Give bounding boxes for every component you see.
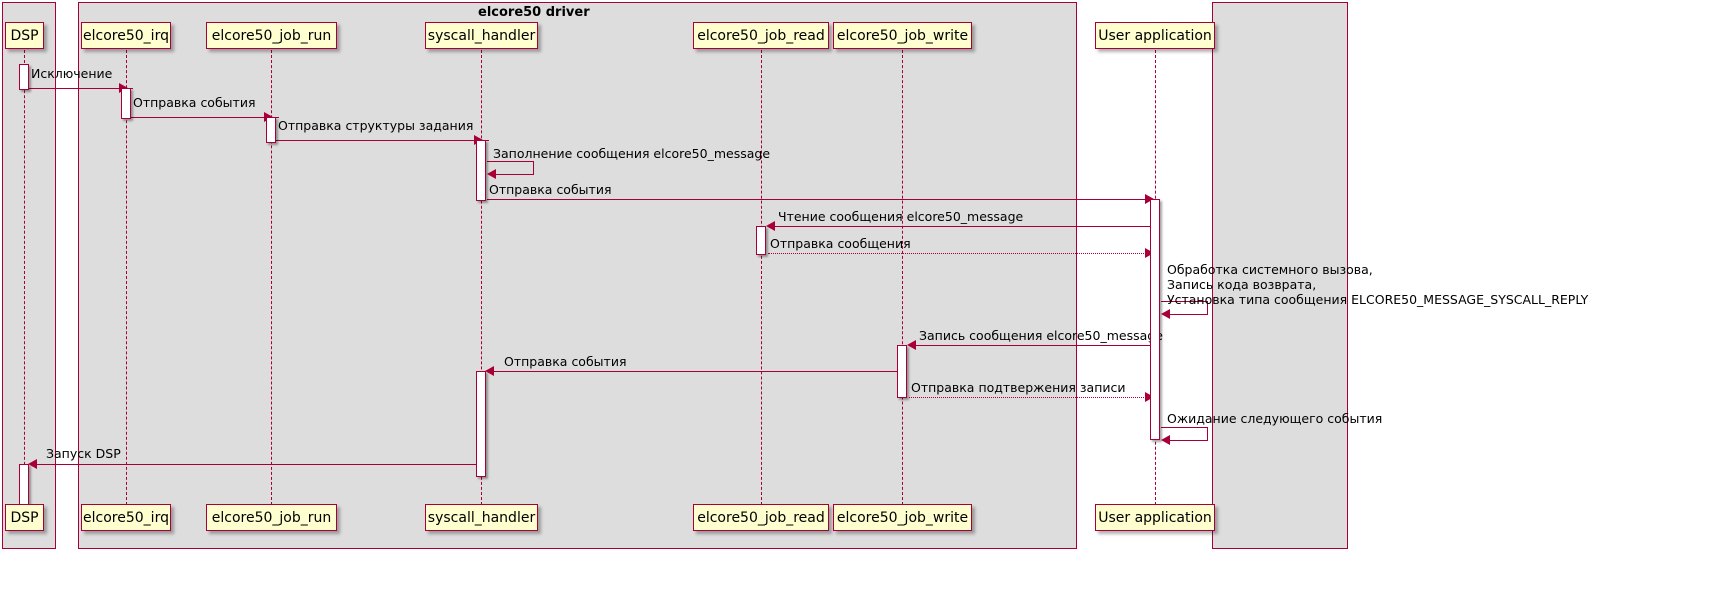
participant-syscall-handler-top[interactable]: syscall_handler [425,22,538,49]
message-line-fill-message-bottom [495,174,534,175]
participant-elcore50-irq-bottom-label: elcore50_irq [83,509,169,526]
activation-elcore50-job-write [897,345,907,398]
activation-syscall-handler-1 [476,140,486,201]
activation-dsp-2 [19,464,29,505]
activation-dsp-1 [19,64,29,90]
arrowhead-syscall-processing [1161,309,1170,319]
message-label-start-dsp: Запуск DSP [46,446,121,461]
participant-user-application-top-label: User application [1098,27,1212,44]
arrowhead-start-dsp [28,459,37,469]
participant-elcore50-job-write-top[interactable]: elcore50_job_write [833,22,972,49]
participant-elcore50-job-run-bottom[interactable]: elcore50_job_run [206,504,337,531]
activation-elcore50-job-read [756,226,766,255]
arrowhead-read-message [766,221,775,231]
message-line-wait-next-event-top [1161,427,1208,428]
activation-syscall-handler-2 [476,371,486,477]
activation-elcore50-irq [121,88,131,119]
message-label-write-message: Запись сообщения elcore50_message [919,328,1163,343]
message-label-wait-next-event: Ожидание следующего события [1167,411,1383,426]
participant-dsp-top-label: DSP [10,27,39,44]
arrowhead-fill-message [487,169,496,179]
participant-elcore50-job-read-top-label: elcore50_job_read [697,27,825,44]
activation-user-application [1150,199,1160,440]
message-line-write-ack [909,397,1154,398]
participant-elcore50-job-write-top-label: elcore50_job_write [836,27,969,44]
message-line-wait-next-event-right [1207,427,1208,440]
participant-user-application-top[interactable]: User application [1095,22,1215,49]
participant-elcore50-job-read-top[interactable]: elcore50_job_read [693,22,829,49]
participant-elcore50-irq-top[interactable]: elcore50_irq [81,22,171,49]
message-line-wait-next-event-bottom [1169,440,1208,441]
message-label-send-event-1: Отправка события [133,95,256,110]
message-line-send-message [768,253,1154,254]
message-line-syscall-processing-bottom [1169,314,1208,315]
message-line-fill-message-top [487,161,534,162]
message-line-read-message [772,226,1159,227]
message-label-syscall-processing: Обработка системного вызова, Запись кода… [1167,262,1589,307]
lifeline-elcore50-job-read [761,50,762,505]
participant-elcore50-job-read-bottom-label: elcore50_job_read [697,509,825,526]
frame-elcore50-driver [78,2,1077,549]
participant-elcore50-job-run-top[interactable]: elcore50_job_run [206,22,337,49]
message-label-read-message: Чтение сообщения elcore50_message [778,209,1024,224]
participant-elcore50-job-run-bottom-label: elcore50_job_run [211,509,332,526]
participant-elcore50-job-run-top-label: elcore50_job_run [211,27,332,44]
message-line-send-event-3 [492,371,898,372]
participant-elcore50-job-write-bottom[interactable]: elcore50_job_write [833,504,972,531]
lifeline-dsp [24,50,25,505]
message-line-write-message [913,345,1151,346]
participant-user-application-bottom[interactable]: User application [1095,504,1215,531]
message-line-start-dsp [34,464,478,465]
participant-syscall-handler-top-label: syscall_handler [427,27,536,44]
message-label-exception: Исключение [31,66,113,81]
activation-elcore50-job-run [266,117,276,143]
arrowhead-send-event-3 [485,366,494,376]
message-line-exception [29,88,133,89]
message-line-fill-message-right [533,161,534,174]
participant-elcore50-irq-bottom[interactable]: elcore50_irq [81,504,171,531]
message-label-fill-message: Заполнение сообщения elcore50_message [493,146,771,161]
lifeline-elcore50-job-write [902,50,903,505]
sequence-diagram-canvas: elcore50 driver Исключение Отправка собы… [0,0,1734,601]
participant-syscall-handler-bottom-label: syscall_handler [427,509,536,526]
message-line-send-event-1 [131,117,279,118]
frame-elcore50-driver-title: elcore50 driver [478,5,590,20]
message-line-send-job-struct [276,140,489,141]
message-line-send-event-2 [487,199,1154,200]
participant-elcore50-irq-top-label: elcore50_irq [83,27,169,44]
participant-dsp-top[interactable]: DSP [5,22,44,49]
message-label-send-message: Отправка сообщения [770,236,911,251]
message-label-send-event-3: Отправка события [504,354,627,369]
participant-dsp-bottom-label: DSP [10,509,39,526]
participant-user-application-bottom-label: User application [1098,509,1212,526]
message-label-write-ack: Отправка подтвержения записи [911,380,1126,395]
participant-elcore50-job-read-bottom[interactable]: elcore50_job_read [693,504,829,531]
arrowhead-write-message [907,340,916,350]
participant-elcore50-job-write-bottom-label: elcore50_job_write [836,509,969,526]
participant-dsp-bottom[interactable]: DSP [5,504,44,531]
arrowhead-wait-next-event [1161,435,1170,445]
participant-syscall-handler-bottom[interactable]: syscall_handler [425,504,538,531]
message-label-send-job-struct: Отправка структуры задания [278,118,474,133]
message-label-send-event-2: Отправка события [489,182,612,197]
